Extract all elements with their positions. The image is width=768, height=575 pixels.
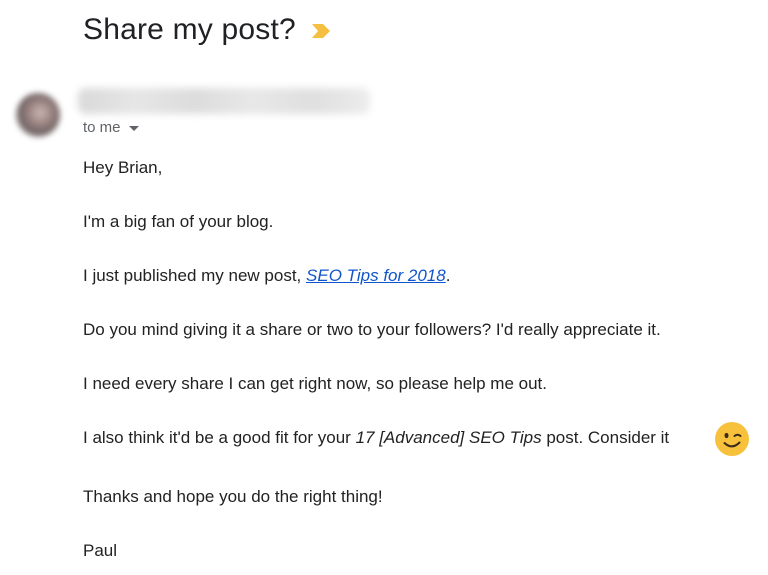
label-importance-icon[interactable] bbox=[310, 22, 332, 40]
email-line-5-suffix: post. Consider it bbox=[541, 428, 670, 447]
email-greeting: Hey Brian, bbox=[83, 158, 163, 177]
referenced-post-title: 17 [Advanced] SEO Tips bbox=[355, 428, 542, 447]
email-line-2-suffix: . bbox=[445, 266, 451, 285]
email-line-2: I just published my new post, SEO Tips f… bbox=[83, 265, 450, 287]
email-line-1: I'm a big fan of your blog. bbox=[83, 212, 274, 231]
subject-row: Share my post? bbox=[83, 8, 332, 52]
post-link[interactable]: SEO Tips for 2018 bbox=[306, 266, 446, 285]
email-line-2-prefix: I just published my new post, bbox=[83, 266, 307, 285]
email-line-5: I also think it'd be a good fit for your… bbox=[83, 427, 669, 449]
email-line-3: Do you mind giving it a share or two to … bbox=[83, 320, 661, 339]
chevron-down-icon[interactable] bbox=[128, 125, 139, 131]
email-signature: Paul bbox=[83, 541, 118, 560]
email-line-4: I need every share I can get right now, … bbox=[83, 374, 548, 393]
email-line-5-prefix: I also think it'd be a good fit for your bbox=[83, 428, 356, 447]
email-subject: Share my post? bbox=[83, 13, 296, 46]
recipient-details-toggle[interactable]: to me bbox=[83, 119, 139, 136]
winking-face-emoji bbox=[715, 422, 749, 456]
sender-name-redacted bbox=[78, 88, 370, 114]
sender-avatar[interactable] bbox=[16, 93, 60, 137]
email-line-6: Thanks and hope you do the right thing! bbox=[83, 487, 383, 506]
recipient-label: to me bbox=[83, 119, 121, 136]
